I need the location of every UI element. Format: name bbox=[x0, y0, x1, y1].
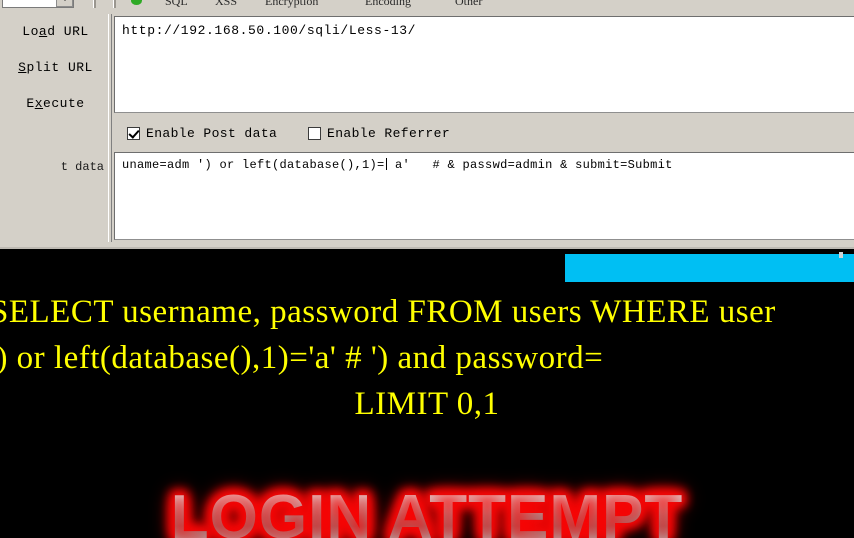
menu-item-encryption[interactable]: Encryption bbox=[265, 0, 318, 9]
sql-query-line-1: SELECT username, password FROM users WHE… bbox=[0, 294, 776, 330]
text-caret bbox=[385, 158, 387, 170]
hackbar-button-column: Load URL Split URL Execute t data bbox=[0, 12, 111, 240]
hackbar-combo-select[interactable] bbox=[2, 0, 74, 8]
post-data-text-after-caret: a' # & passwd=admin & submit=Submit bbox=[387, 158, 673, 172]
login-attempt-text: LOGIN ATTEMPT bbox=[0, 482, 854, 538]
hackbar-panel: SQL XSS Encryption Encoding Other Load U… bbox=[0, 0, 854, 252]
green-shield-icon[interactable] bbox=[131, 0, 142, 5]
scrollbar-tick bbox=[839, 252, 843, 258]
execute-button[interactable]: Execute bbox=[0, 96, 111, 111]
browser-screen: SQL XSS Encryption Encoding Other Load U… bbox=[0, 0, 854, 538]
panel-bottom-edge bbox=[0, 245, 854, 252]
cyan-banner-block bbox=[565, 252, 854, 282]
split-url-button[interactable]: Split URL bbox=[0, 60, 111, 75]
hackbar-menu-row: SQL XSS Encryption Encoding Other bbox=[0, 0, 854, 12]
menu-item-other[interactable]: Other bbox=[455, 0, 482, 9]
load-url-button[interactable]: Load URL bbox=[0, 24, 111, 39]
menu-item-encoding[interactable]: Encoding bbox=[365, 0, 411, 9]
url-input[interactable]: http://192.168.50.100/sqli/Less-13/ bbox=[114, 16, 854, 113]
sql-query-line-3: LIMIT 0,1 bbox=[354, 386, 500, 422]
panel-splitter[interactable] bbox=[108, 14, 112, 242]
menu-item-sql[interactable]: SQL bbox=[165, 0, 188, 9]
enable-referrer-label[interactable]: Enable Referrer bbox=[327, 126, 450, 141]
hackbar-options-row: Enable Post data Enable Referrer bbox=[114, 125, 854, 145]
page-content: SELECT username, password FROM users WHE… bbox=[0, 252, 854, 538]
sql-query-line-2: ') or left(database(),1)='a' # ') and pa… bbox=[0, 340, 604, 376]
post-data-label: t data bbox=[60, 160, 104, 174]
enable-referrer-checkbox[interactable] bbox=[308, 127, 321, 140]
toolbar-separator bbox=[113, 0, 116, 8]
post-data-text-before-caret: uname=adm ') or left(database(),1)= bbox=[122, 158, 385, 172]
chevron-down-icon[interactable] bbox=[56, 0, 73, 7]
toolbar-separator bbox=[93, 0, 96, 8]
login-attempt-glow: LOGIN ATTEMPT bbox=[167, 480, 685, 538]
enable-post-data-label[interactable]: Enable Post data bbox=[146, 126, 277, 141]
menu-item-xss[interactable]: XSS bbox=[215, 0, 237, 9]
enable-post-data-checkbox[interactable] bbox=[127, 127, 140, 140]
post-data-input[interactable]: uname=adm ') or left(database(),1)= a' #… bbox=[114, 152, 854, 240]
